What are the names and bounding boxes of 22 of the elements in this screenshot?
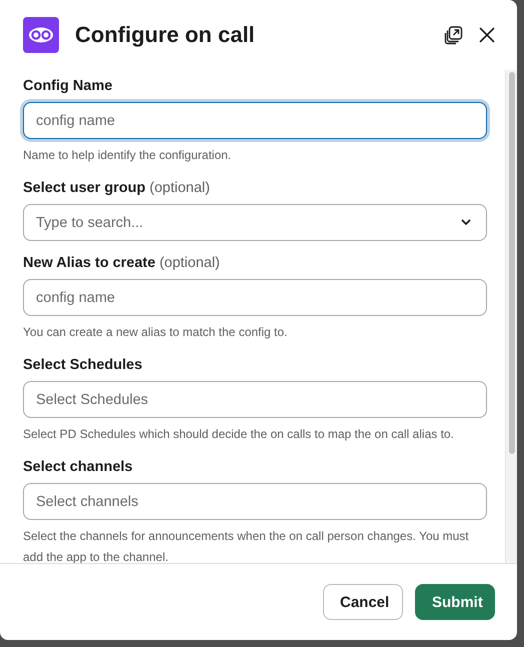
cancel-button[interactable]: Cancel (323, 584, 403, 620)
optional-note: (optional) (149, 180, 210, 196)
field-label: Select channels (23, 459, 133, 475)
submit-button[interactable]: Submit (415, 584, 495, 620)
input-field[interactable]: Select Schedules (23, 381, 487, 418)
field-label: Config Name (23, 78, 112, 94)
field-hint: Name to help identify the configuration. (23, 147, 232, 164)
expand-window-icon[interactable] (444, 26, 463, 44)
input-field[interactable]: Select channels (23, 483, 487, 520)
field-hint: Select PD Schedules which should decide the on calls to map the on call alias to. (23, 426, 455, 443)
select-field[interactable]: Type to search... (23, 204, 487, 241)
close-icon[interactable] (479, 27, 495, 43)
field-hint: You can create a new alias to match the config to. (23, 324, 288, 341)
field-label: Select Schedules (23, 357, 142, 373)
field-label: Select user group (23, 180, 146, 196)
input-field[interactable]: config name (23, 102, 487, 139)
field-label: New Alias to create (23, 255, 156, 271)
scrollbar[interactable] (505, 70, 517, 563)
modal-title: Configure on call (75, 22, 256, 48)
optional-note: (optional) (159, 255, 220, 271)
input-field[interactable]: config name (23, 279, 487, 316)
app-logo-icon (23, 17, 59, 53)
